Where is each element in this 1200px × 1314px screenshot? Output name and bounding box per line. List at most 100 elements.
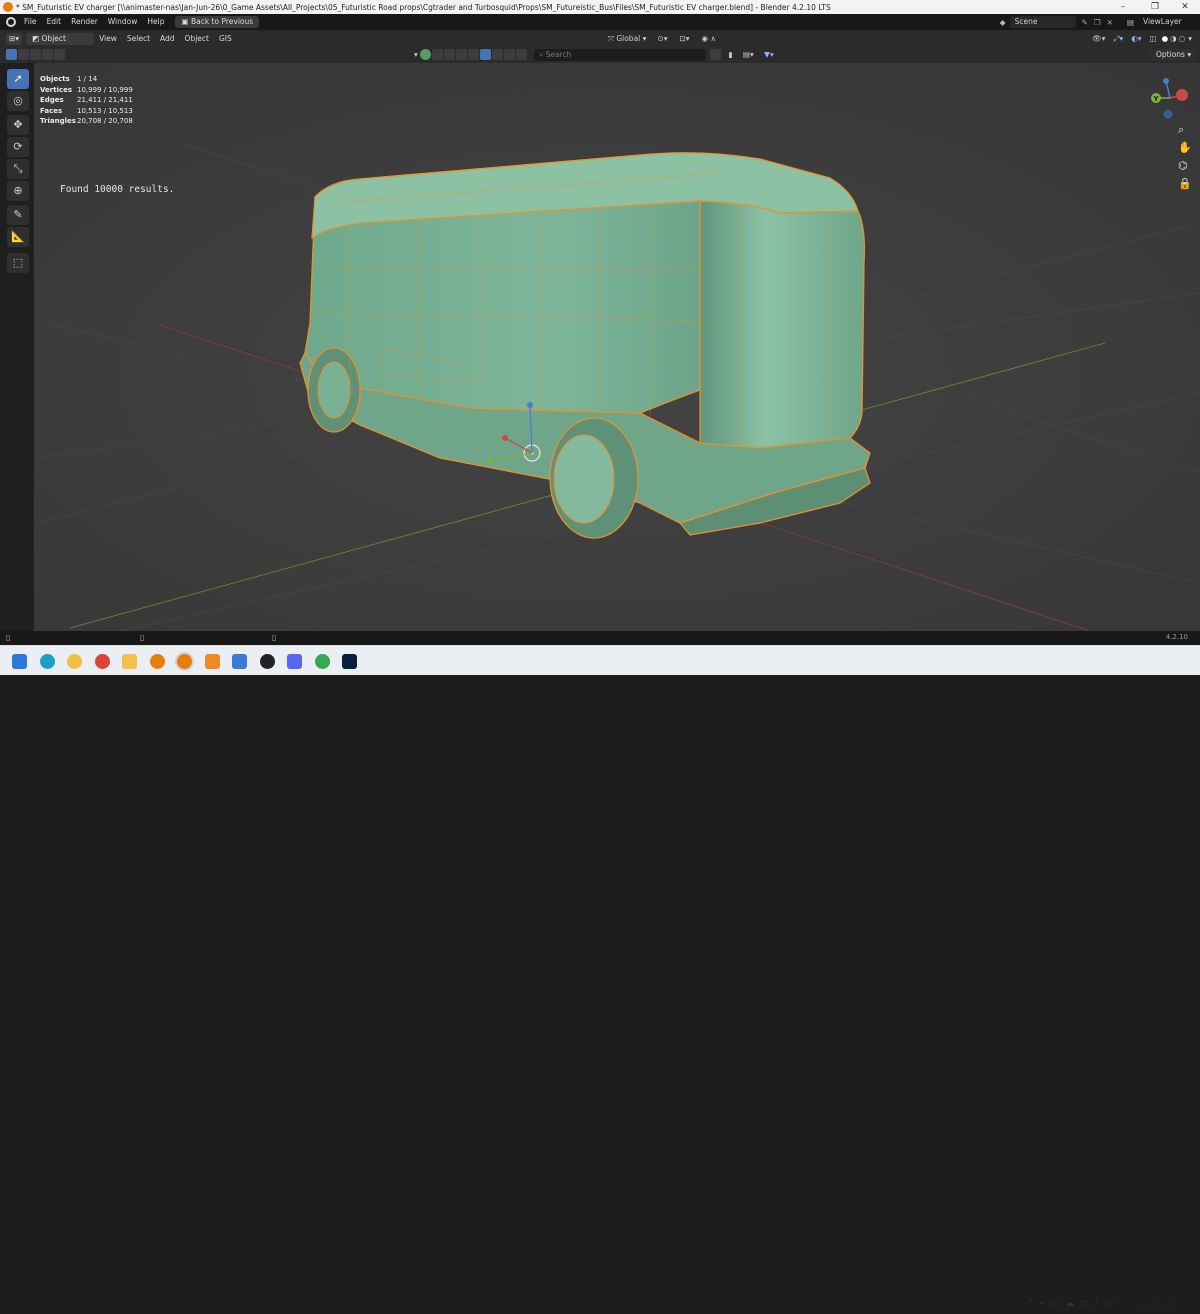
viewport-header: ⊞▾ ◩ Object Mode ▾ View Select Add Objec… (0, 30, 1200, 55)
menu-window[interactable]: Window (103, 14, 143, 30)
back-to-previous-button[interactable]: ▣ Back to Previous (175, 16, 260, 28)
select-new-icon[interactable] (6, 49, 17, 60)
measure-tool[interactable]: 📐 (7, 227, 29, 247)
taskbar-clock[interactable]: 3:29 PM 3/24/2026 (1140, 1294, 1178, 1314)
pin-icon[interactable]: ✎ (1082, 18, 1088, 27)
scale-tool[interactable]: ⤡ (7, 159, 29, 179)
filter-armature-icon[interactable] (503, 49, 515, 60)
photoshop-icon[interactable] (342, 654, 357, 669)
menu-object[interactable]: Object (180, 31, 214, 47)
shading-material-icon[interactable]: ◑ (1170, 34, 1177, 43)
lock-icon[interactable]: 🔒 (1178, 177, 1192, 190)
menu-render[interactable]: Render (66, 14, 103, 30)
image-app-icon[interactable] (232, 654, 247, 669)
bus-rear-panel[interactable] (699, 200, 866, 450)
gizmo-toggle-icon[interactable]: ⤢▾ (1113, 34, 1123, 44)
menu-help[interactable]: Help (142, 14, 169, 30)
discord-icon[interactable] (287, 654, 302, 669)
rotate-tool[interactable]: ⟳ (7, 137, 29, 157)
select-intersect-icon[interactable] (54, 49, 65, 60)
xray-icon[interactable]: ◫ (1150, 34, 1157, 43)
close-button[interactable]: ✕ (1170, 0, 1200, 14)
front-wheel-hub[interactable] (317, 361, 351, 419)
select-box-tool[interactable]: ➚ (7, 69, 29, 89)
shading-options-icon[interactable]: ▾ (1188, 34, 1192, 43)
pivot-icon[interactable]: ⊙▾ (657, 34, 667, 43)
filter-curve-icon[interactable] (443, 49, 455, 60)
chrome-icon[interactable] (95, 654, 110, 669)
chevron-down-icon[interactable]: ▾ (414, 50, 418, 59)
filter-light-icon[interactable] (455, 49, 467, 60)
menu-view[interactable]: View (94, 31, 122, 47)
menu-edit[interactable]: Edit (42, 14, 67, 30)
snap-icon[interactable]: ⊡▾ (679, 34, 689, 43)
zoom-icon[interactable]: ⌕ (1178, 123, 1184, 137)
overlay-toggle-icon[interactable]: ◐▾ (1131, 34, 1141, 43)
proportional-edit-icon[interactable]: ◉ ∧ (702, 34, 716, 43)
select-invert-icon[interactable] (42, 49, 53, 60)
edge-browser-icon[interactable] (40, 654, 55, 669)
clear-search-icon[interactable] (710, 49, 721, 60)
viewport-canvas[interactable] (0, 63, 1200, 631)
pan-hand-icon[interactable]: ✋ (1178, 141, 1192, 154)
options-label: Options (1156, 50, 1185, 59)
new-scene-icon[interactable]: ❐ (1094, 18, 1101, 27)
start-windows-icon[interactable] (12, 654, 27, 669)
delete-scene-icon[interactable]: ✕ (1107, 18, 1113, 27)
mouse-middle-icon: ▯ (140, 633, 145, 642)
shading-rendered-icon[interactable]: ○ (1179, 34, 1186, 43)
b-app-icon[interactable] (260, 654, 275, 669)
select-extend-icon[interactable] (18, 49, 29, 60)
shading-solid-icon[interactable]: ● (1162, 34, 1169, 43)
add-cube-tool[interactable]: ⬚ (7, 253, 29, 273)
file-explorer-icon[interactable] (122, 654, 137, 669)
filter-empty-icon[interactable] (491, 49, 503, 60)
cloud-app-icon[interactable] (205, 654, 220, 669)
window-title-bar: * SM_Futuristic EV charger [\\animaster-… (0, 0, 1200, 14)
blender-app-icon (3, 2, 13, 12)
z-axis-ball[interactable] (1163, 78, 1169, 84)
cursor-tool[interactable]: ◎ (7, 91, 29, 111)
minimize-button[interactable]: – (1108, 0, 1138, 14)
menu-file[interactable]: File (19, 14, 42, 30)
blender-active-taskbar-icon[interactable] (177, 654, 192, 669)
3d-viewport[interactable] (0, 63, 1200, 631)
filter-camera-icon[interactable] (467, 49, 479, 60)
filter-funnel-icon[interactable]: ▼▾ (764, 50, 774, 59)
filter-mesh-icon[interactable] (431, 49, 443, 60)
x-axis-ball[interactable] (1176, 89, 1188, 101)
visibility-icon[interactable]: 👁▾ (1092, 34, 1105, 43)
stat-label: Objects (40, 75, 70, 83)
camera-view-icon[interactable]: ⌬ (1178, 159, 1188, 172)
options-dropdown[interactable]: Options ▾ (1150, 49, 1198, 61)
transform-tool[interactable]: ⊕ (7, 181, 29, 201)
filter-active-icon[interactable] (479, 49, 491, 60)
blender-taskbar-icon[interactable] (150, 654, 165, 669)
back-to-previous-label: Back to Previous (190, 17, 254, 26)
viewlayer-selector[interactable]: ViewLayer (1138, 16, 1186, 28)
transform-orientation-selector[interactable]: ⤧ Global ▾ (603, 33, 651, 45)
search-input[interactable]: ⌕ Search (534, 49, 706, 61)
navigation-gizmo[interactable]: Y (1148, 73, 1200, 203)
sort-icon[interactable]: ▤▾ (743, 50, 754, 59)
blender-menu-icon[interactable] (6, 17, 16, 27)
collection-icon[interactable] (419, 49, 431, 60)
menu-add[interactable]: Add (155, 31, 180, 47)
chrome-profile-icon[interactable] (315, 654, 330, 669)
system-tray-icons[interactable]: ˄⌁▭☁⊡♪▭ (1029, 1299, 1120, 1309)
neg-z-axis-ball[interactable] (1163, 109, 1173, 119)
menu-gis[interactable]: GIS (214, 31, 237, 47)
maximize-button[interactable]: ❐ (1140, 0, 1170, 14)
scene-selector[interactable]: Scene (1009, 16, 1076, 28)
annotate-tool[interactable]: ✎ (7, 205, 29, 225)
move-tool[interactable]: ✥ (7, 115, 29, 135)
bookmark-icon[interactable]: ▮ (728, 50, 732, 59)
app-x-icon[interactable] (67, 654, 82, 669)
filter-other-icon[interactable] (515, 49, 527, 60)
rear-wheel-hub[interactable] (553, 434, 615, 524)
mode-selector[interactable]: ◩ Object Mode ▾ (26, 32, 95, 55)
editor-type-button[interactable]: ⊞▾ (6, 32, 23, 45)
viewport-tool-header: ▾ ⌕ Search ▮ ▤▾ ▼▾ (0, 47, 1200, 63)
select-subtract-icon[interactable] (30, 49, 41, 60)
menu-select[interactable]: Select (122, 31, 155, 47)
